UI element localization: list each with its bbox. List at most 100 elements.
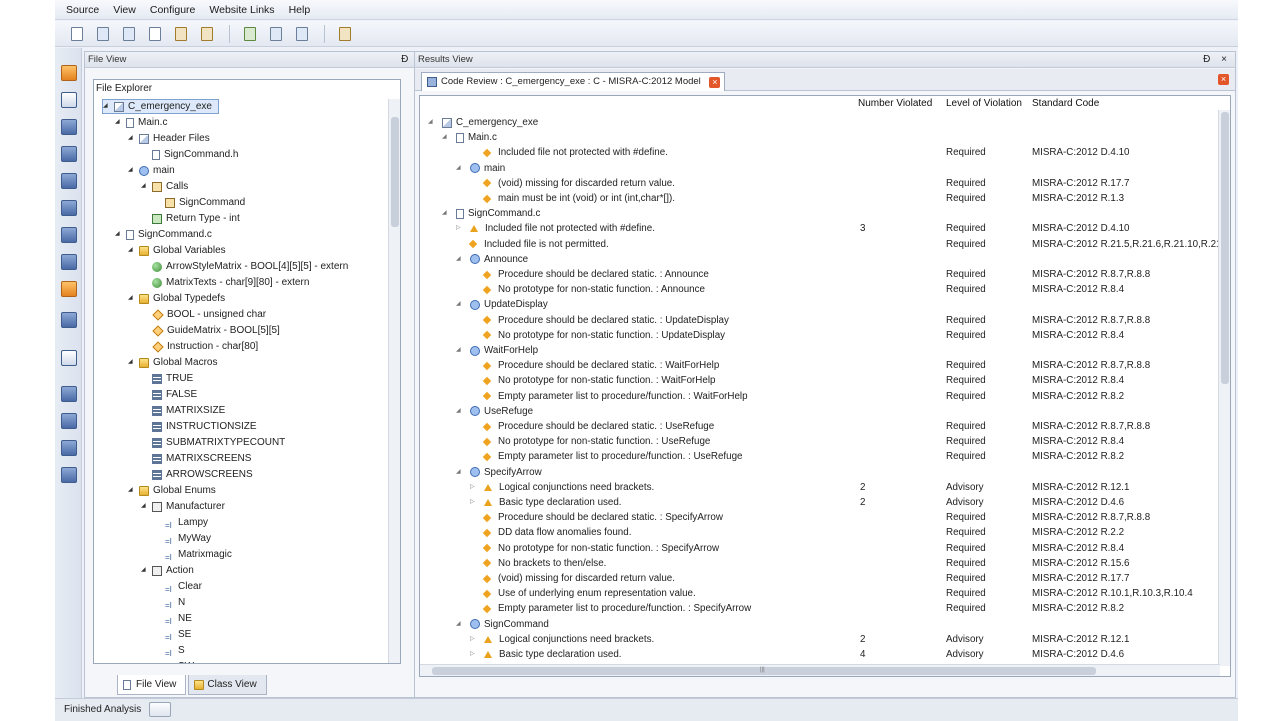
violation-row[interactable]: ▷ Logical conjunctions need brackets. 2 Adv… [420, 480, 1218, 495]
tree-node[interactable]: SignCommand [154, 195, 245, 210]
violation-row[interactable]: Empty parameter list to procedure/functi… [420, 389, 1218, 404]
tree-node[interactable]: MatrixTexts - char[9][80] - extern [141, 275, 309, 290]
expand-toggle-icon[interactable]: ◢ [128, 355, 136, 370]
result-group-row[interactable]: ◢ Announce [420, 252, 1218, 267]
violation-row[interactable]: ▷ Basic type declaration used. 4 Advisory MI… [420, 647, 1218, 662]
tree-node[interactable]: ◢ SignCommand.c [115, 227, 212, 242]
tree-node[interactable]: =I SE [154, 627, 191, 642]
result-group-row[interactable]: ◢ main [420, 161, 1218, 176]
violation-row[interactable]: Included file not protected with #define… [420, 145, 1218, 160]
tree-node[interactable]: =I N [154, 595, 185, 610]
result-group-row[interactable]: ◢ UpdateDisplay [420, 297, 1218, 312]
results-vertical-scrollbar[interactable] [1218, 110, 1230, 666]
standards-icon[interactable] [61, 227, 77, 243]
expand-toggle-icon[interactable]: ◢ [456, 252, 466, 267]
expand-toggle-icon[interactable]: ◢ [141, 499, 149, 514]
expand-toggle-icon[interactable]: ◢ [428, 115, 438, 130]
violation-row[interactable]: Procedure should be declared static. : S… [420, 510, 1218, 525]
violation-row[interactable]: ▷ Basic type declaration used. 2 Advisory MI… [420, 495, 1218, 510]
violation-row[interactable]: No prototype for non-static function. : … [420, 282, 1218, 297]
violation-row[interactable]: No prototype for non-static function. : … [420, 434, 1218, 449]
star-icon[interactable] [61, 467, 77, 483]
tree-node[interactable]: ◢ Header Files [128, 131, 210, 146]
window-icon[interactable] [61, 350, 77, 366]
expand-toggle-icon[interactable]: ▷ [470, 647, 480, 662]
menu-help[interactable]: Help [282, 4, 318, 16]
expand-toggle-icon[interactable]: ▷ [470, 632, 480, 647]
result-group-row[interactable]: ◢ Main.c [420, 130, 1218, 145]
tree-node[interactable]: Return Type - int [141, 211, 240, 226]
violation-row[interactable]: Procedure should be declared static. : A… [420, 267, 1218, 282]
violation-row[interactable]: No prototype for non-static function. : … [420, 541, 1218, 556]
tree-node[interactable]: BOOL - unsigned char [141, 307, 266, 322]
tree-node[interactable]: =I Matrixmagic [154, 547, 232, 562]
expand-toggle-icon[interactable]: ◢ [115, 115, 123, 130]
metrics-icon[interactable] [61, 146, 77, 162]
tab-class-view[interactable]: Class View [188, 675, 267, 695]
expand-toggle-icon[interactable]: ◢ [141, 563, 149, 578]
search-icon[interactable] [61, 254, 77, 270]
run-analysis-icon[interactable] [240, 24, 260, 44]
tree-node[interactable]: GuideMatrix - BOOL[5][5] [141, 323, 280, 338]
expand-toggle-icon[interactable]: ◢ [456, 343, 466, 358]
tree-node[interactable]: ◢ Global Variables [128, 243, 226, 258]
analysis-icon[interactable] [61, 312, 77, 328]
expand-toggle-icon[interactable]: ▷ [470, 495, 480, 510]
result-group-row[interactable]: ◢ SignCommand.c [420, 206, 1218, 221]
expand-toggle-icon[interactable]: ◢ [456, 617, 466, 632]
violation-row[interactable]: Procedure should be declared static. : W… [420, 358, 1218, 373]
tree-node[interactable]: ArrowStyleMatrix - BOOL[4][5][5] - exter… [141, 259, 348, 274]
report-view-icon[interactable] [61, 173, 77, 189]
report-icon[interactable] [171, 24, 191, 44]
tree-node[interactable]: =I Lampy [154, 515, 208, 530]
expand-toggle-icon[interactable]: ◢ [128, 163, 136, 178]
expand-toggle-icon[interactable]: ◢ [456, 161, 466, 176]
settings-icon[interactable] [335, 24, 355, 44]
tree-node[interactable]: MATRIXSCREENS [141, 451, 251, 466]
tree-node[interactable]: MATRIXSIZE [141, 403, 225, 418]
results-horizontal-scrollbar[interactable]: ||| [420, 664, 1220, 676]
scrollbar-thumb[interactable] [391, 117, 399, 227]
expand-toggle-icon[interactable]: ◢ [442, 206, 452, 221]
tree-node[interactable]: ◢ main [128, 163, 175, 178]
expand-toggle-icon[interactable]: ◢ [456, 404, 466, 419]
results-icon[interactable] [61, 440, 77, 456]
violation-row[interactable]: ▷ Logical conjunctions need brackets. 2 Adv… [420, 632, 1218, 647]
checklist-icon[interactable] [61, 119, 77, 135]
close-tab-icon[interactable]: × [709, 77, 721, 88]
violation-row[interactable]: ▷ Included file not protected with #defin… [420, 221, 1218, 236]
violation-row[interactable]: main must be int (void) or int (int,char… [420, 191, 1218, 206]
rules-icon[interactable] [61, 200, 77, 216]
tree-node[interactable]: INSTRUCTIONSIZE [141, 419, 257, 434]
coverage-icon[interactable] [61, 413, 77, 429]
tree-node[interactable]: ◢ Calls [141, 179, 188, 194]
panel-controls[interactable]: Ɖ × [1203, 52, 1231, 68]
panel-right-icon[interactable] [292, 24, 312, 44]
expand-toggle-icon[interactable]: ◢ [103, 99, 111, 114]
warnings-icon[interactable] [61, 281, 77, 297]
result-group-row[interactable]: ◢ UseRefuge [420, 404, 1218, 419]
violation-row[interactable]: Procedure should be declared static. : U… [420, 419, 1218, 434]
close-all-icon[interactable]: × [1218, 74, 1229, 85]
new-file-icon[interactable] [67, 24, 87, 44]
violation-row[interactable]: Procedure should be declared static. : U… [420, 313, 1218, 328]
expand-toggle-icon[interactable]: ◢ [442, 130, 452, 145]
menu-configure[interactable]: Configure [143, 4, 203, 16]
expand-toggle-icon[interactable]: ◢ [456, 297, 466, 312]
duplicate-icon[interactable] [119, 24, 139, 44]
column-header-standard[interactable]: Standard Code [1032, 98, 1099, 109]
column-header-level[interactable]: Level of Violation [946, 98, 1022, 109]
violation-row[interactable]: Empty parameter list to procedure/functi… [420, 601, 1218, 616]
scrollbar-thumb[interactable] [1221, 112, 1229, 384]
menu-source[interactable]: Source [59, 4, 106, 16]
tree-node[interactable]: ◢ C_emergency_exe [102, 99, 219, 114]
result-group-row[interactable]: ◢ WaitForHelp [420, 343, 1218, 358]
properties-icon[interactable] [61, 92, 77, 108]
expand-toggle-icon[interactable]: ◢ [115, 227, 123, 242]
tab-code-review[interactable]: Code Review : C_emergency_exe : C - MISR… [421, 72, 726, 91]
cut-icon[interactable] [145, 24, 165, 44]
column-header-count[interactable]: Number Violated [858, 98, 932, 109]
tree-node[interactable]: FALSE [141, 387, 197, 402]
tree-node[interactable]: ARROWSCREENS [141, 467, 253, 482]
expand-toggle-icon[interactable]: ◢ [456, 465, 466, 480]
